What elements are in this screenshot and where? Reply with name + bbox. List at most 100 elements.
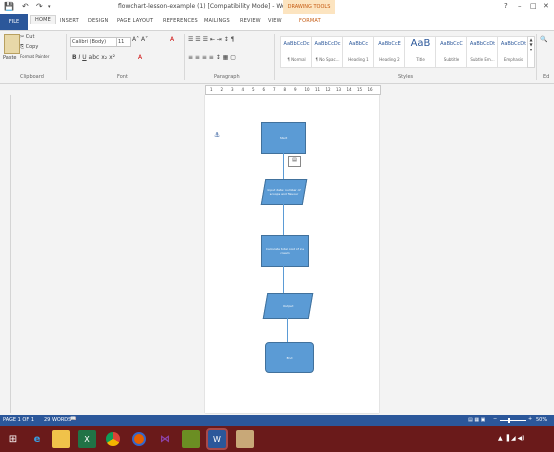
bold-italic-underline-icons[interactable]: B I U abc x₂ x² <box>72 54 115 61</box>
ie-icon[interactable]: e <box>28 430 46 448</box>
word-icon[interactable]: W <box>206 428 228 450</box>
horizontal-ruler: 1 2 3 4 5 6 7 8 9 10 11 12 13 14 15 16 <box>205 85 381 95</box>
style-sample: AaBbCcDt <box>500 41 527 47</box>
layout-options-icon[interactable]: ▤ <box>288 156 301 167</box>
tab-home[interactable]: HOME <box>30 15 56 24</box>
flowchart-connector <box>283 153 284 179</box>
flowchart-process[interactable]: Calculate total cost of ice cream <box>261 235 309 267</box>
taskbar: ⊞ e X ⋈ W ▲ ▐ ◢ ◀) <box>0 426 554 452</box>
ruler-tick: 1 <box>210 87 213 92</box>
find-icon[interactable]: 🔍 <box>540 36 547 43</box>
style-sample: AaBbCcC <box>440 41 463 47</box>
status-bar: PAGE 1 OF 1 29 WORDS 📖 ▤ ▦ ▣ − + 50% <box>0 415 554 426</box>
ruler-tick: 15 <box>357 87 363 92</box>
minecraft-icon[interactable] <box>182 430 200 448</box>
close-button[interactable]: ✕ <box>543 2 549 10</box>
zoom-in-button[interactable]: + <box>528 416 532 422</box>
style-item[interactable]: AaBbCc Heading 1 <box>342 36 375 68</box>
paragraph-group-label: Paragraph <box>214 74 240 80</box>
flowchart-output[interactable]: Output <box>262 293 314 319</box>
clipboard-group-label: Clipboard <box>20 74 44 80</box>
paste-icon[interactable] <box>4 34 20 54</box>
read-mode-icon[interactable]: ▤ ▦ ▣ <box>468 417 485 423</box>
flowchart-start[interactable]: Start <box>261 122 306 154</box>
tab-mailings[interactable]: MAILINGS <box>204 18 230 24</box>
format-painter-button[interactable]: Format Painter <box>20 54 49 59</box>
group-divider <box>66 34 67 80</box>
paint-icon[interactable] <box>236 430 254 448</box>
zoom-out-button[interactable]: − <box>493 416 497 422</box>
style-name: Title <box>416 57 425 62</box>
style-name: Heading 1 <box>348 57 369 62</box>
style-item[interactable]: AaBbCcDc ¶ Normal <box>280 36 313 68</box>
customize-qat-icon[interactable]: ▾ <box>48 4 51 10</box>
editing-group-label: Ed <box>543 74 550 80</box>
flowchart-input[interactable]: Input data: number of scoops and flavour <box>260 179 308 205</box>
copy-button[interactable]: ⎘ Copy <box>20 44 38 50</box>
ruler-tick: 14 <box>346 87 352 92</box>
bullets-numbering-icons[interactable]: ☰ ☰ ☰ ⇤ ⇥ ↕ ¶ <box>188 36 234 43</box>
chrome-icon[interactable] <box>104 430 122 448</box>
firefox-icon[interactable] <box>130 430 148 448</box>
grow-font-icon[interactable]: A˄ A˅ <box>132 36 148 43</box>
system-tray[interactable]: ▲ ▐ ◢ ◀) <box>498 435 525 442</box>
alignment-icons[interactable]: ≡ ≡ ≡ ≡ ↕ ▦ ▢ <box>188 54 236 61</box>
ruler-tick: 12 <box>325 87 331 92</box>
tab-insert[interactable]: INSERT <box>60 18 79 24</box>
font-group-label: Font <box>117 74 128 80</box>
anchor-icon: ⚓ <box>214 131 221 139</box>
style-sample: AaB <box>410 38 431 49</box>
font-color-icon[interactable]: A <box>138 54 142 61</box>
word-count[interactable]: 29 WORDS <box>44 417 71 423</box>
style-name: Subtle Em... <box>470 57 495 62</box>
style-item[interactable]: AaBbCcC Subtitle <box>435 36 468 68</box>
ruler-tick: 2 <box>220 87 224 92</box>
redo-icon[interactable]: ↷ <box>36 2 43 11</box>
style-item[interactable]: AaBbCcDt Subtle Em... <box>466 36 499 68</box>
document-page[interactable]: ⚓ Start ▤ Input data: number of scoops a… <box>205 95 379 413</box>
flowchart-connector <box>283 204 284 235</box>
font-size-select[interactable]: 11 <box>116 37 131 47</box>
tab-view[interactable]: VIEW <box>268 18 282 24</box>
excel-icon[interactable]: X <box>78 430 96 448</box>
visual-studio-icon[interactable]: ⋈ <box>156 430 174 448</box>
save-icon[interactable]: 💾 <box>4 2 14 11</box>
zoom-level[interactable]: 50% <box>536 417 547 423</box>
clear-formatting-icon[interactable]: A <box>170 36 174 43</box>
start-icon[interactable]: ⊞ <box>4 430 22 448</box>
ruler-tick: 9 <box>294 87 297 92</box>
tab-format[interactable]: FORMAT <box>299 18 321 24</box>
styles-scroll[interactable]: ▲ ▼ ▾ <box>527 36 535 68</box>
style-item[interactable]: AaBbCcDc ¶ No Spac... <box>311 36 344 68</box>
ruler-tick: 8 <box>283 87 287 92</box>
tab-page-layout[interactable]: PAGE LAYOUT <box>117 18 153 24</box>
ruler-tick: 16 <box>367 87 373 92</box>
contextual-tab-header: DRAWING TOOLS <box>283 0 335 14</box>
maximize-button[interactable]: □ <box>530 2 537 10</box>
ruler-tick: 13 <box>336 87 342 92</box>
style-item[interactable]: AaBbCcE Heading 2 <box>373 36 406 68</box>
tab-file[interactable]: FILE <box>0 14 28 30</box>
style-item[interactable]: AaB Title <box>404 36 437 68</box>
help-icon[interactable]: ? <box>504 2 508 10</box>
style-item[interactable]: AaBbCcDt Emphasis <box>497 36 530 68</box>
cut-button[interactable]: ✂ Cut <box>20 34 34 40</box>
ruler-tick: 3 <box>231 87 234 92</box>
tab-references[interactable]: REFERENCES <box>163 18 198 24</box>
ribbon: Paste ✂ Cut ⎘ Copy Format Painter Clipbo… <box>0 31 554 84</box>
zoom-slider[interactable] <box>500 420 526 421</box>
paste-button[interactable]: Paste <box>3 55 17 61</box>
shape-text: Calculate total cost of ice cream <box>265 247 305 255</box>
page-count[interactable]: PAGE 1 OF 1 <box>3 417 34 423</box>
zoom-slider-thumb[interactable] <box>508 418 510 423</box>
file-explorer-icon[interactable] <box>52 430 70 448</box>
flowchart-end[interactable]: End <box>265 342 314 373</box>
tab-design[interactable]: DESIGN <box>88 18 108 24</box>
cut-label: Cut <box>25 34 35 40</box>
style-name: Subtitle <box>443 57 460 62</box>
tab-review[interactable]: REVIEW <box>240 18 261 24</box>
proofing-icon[interactable]: 📖 <box>70 416 76 422</box>
font-name-select[interactable]: Calibri (Body) <box>70 37 117 47</box>
undo-icon[interactable]: ↶ <box>22 2 29 11</box>
minimize-button[interactable]: – <box>518 2 522 10</box>
